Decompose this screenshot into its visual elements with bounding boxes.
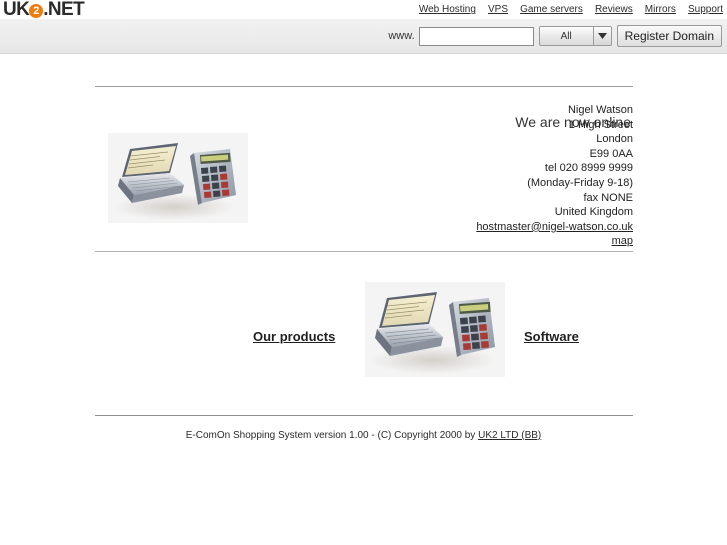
page-content: We are now online Nigel Watson 1 High St… bbox=[0, 54, 727, 545]
brand-logo-prefix: UK bbox=[3, 0, 30, 20]
domain-search-band: www. All Register Domain bbox=[0, 19, 727, 54]
top-navigation: Web Hosting VPS Game servers Reviews Mir… bbox=[419, 3, 723, 15]
address-hours: (Monday-Friday 9-18) bbox=[527, 176, 633, 189]
address-street: 1 High Street bbox=[568, 118, 633, 131]
nav-link-support[interactable]: Support bbox=[688, 4, 723, 15]
tld-select-value: All bbox=[540, 27, 594, 45]
chevron-down-icon[interactable] bbox=[593, 27, 611, 45]
contact-address-block: Nigel Watson 1 High Street London E99 0A… bbox=[476, 103, 633, 249]
nav-link-vps[interactable]: VPS bbox=[488, 4, 508, 15]
divider-middle bbox=[95, 251, 633, 252]
our-products-link[interactable]: Our products bbox=[253, 329, 335, 344]
address-telephone: tel 020 8999 9999 bbox=[544, 162, 633, 175]
footer-copyright-text: E-ComOn Shopping System version 1.00 - (… bbox=[185, 430, 479, 441]
divider-top bbox=[95, 86, 633, 87]
address-city: London bbox=[596, 133, 633, 146]
tld-select[interactable]: All bbox=[538, 26, 612, 46]
nav-link-web-hosting[interactable]: Web Hosting bbox=[419, 4, 476, 15]
brand-logo-circle-two: 2 bbox=[29, 4, 44, 18]
footer: E-ComOn Shopping System version 1.00 - (… bbox=[0, 430, 727, 441]
software-link[interactable]: Software bbox=[524, 329, 579, 344]
address-fax: fax NONE bbox=[583, 191, 633, 204]
nav-link-mirrors[interactable]: Mirrors bbox=[645, 4, 676, 15]
domain-search-row: www. All Register Domain bbox=[388, 23, 722, 49]
nav-link-reviews[interactable]: Reviews bbox=[595, 4, 633, 15]
email-link[interactable]: hostmaster@nigel-watson.co.uk bbox=[476, 221, 633, 233]
address-postcode: E99 0AA bbox=[589, 147, 633, 160]
address-name: Nigel Watson bbox=[567, 104, 633, 116]
brand-logo-suffix: .NET bbox=[43, 0, 85, 20]
address-country: United Kingdom bbox=[554, 206, 633, 219]
chequebook-calculator-illustration-main bbox=[365, 282, 505, 377]
header-logo-row: UK 2 .NET Web Hosting VPS Game servers Rev… bbox=[0, 0, 727, 19]
footer-company-link[interactable]: UK2 LTD (BB) bbox=[478, 430, 541, 441]
map-link[interactable]: map bbox=[612, 235, 633, 247]
divider-bottom bbox=[95, 415, 633, 416]
register-domain-button[interactable]: Register Domain bbox=[616, 25, 722, 47]
chequebook-calculator-illustration-top bbox=[108, 133, 248, 223]
domain-search-input[interactable] bbox=[418, 26, 534, 46]
nav-link-game-servers[interactable]: Game servers bbox=[520, 4, 583, 15]
brand-logo[interactable]: UK 2 .NET bbox=[3, 0, 85, 20]
www-prefix-label: www. bbox=[388, 30, 415, 42]
